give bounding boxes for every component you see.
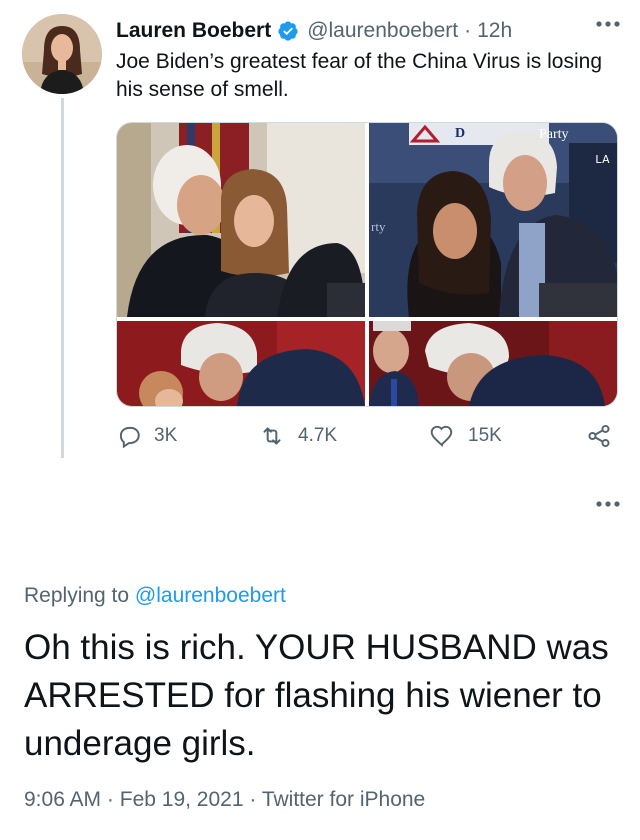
media-sign-d: D bbox=[455, 126, 466, 141]
media-photo-3[interactable] bbox=[117, 321, 365, 406]
author-handle[interactable]: @laurenboebert bbox=[307, 19, 458, 43]
heart-icon bbox=[430, 425, 453, 447]
media-photo-1[interactable] bbox=[117, 123, 365, 317]
tweet-text: Joe Biden’s greatest fear of the China V… bbox=[116, 50, 603, 101]
reply-button[interactable]: 3K bbox=[116, 418, 177, 454]
avatar[interactable] bbox=[22, 14, 102, 94]
meta-separator: · bbox=[249, 788, 257, 811]
replying-to-mention[interactable]: @laurenboebert bbox=[135, 584, 286, 607]
replying-to-label: Replying to bbox=[24, 584, 130, 607]
retweet-button[interactable]: 4.7K bbox=[258, 418, 337, 454]
media-photo-2[interactable]: D Party LA rty bbox=[369, 123, 617, 317]
separator-dot: · bbox=[464, 19, 472, 42]
more-options-icon[interactable] bbox=[590, 492, 626, 516]
media-sign-rty: rty bbox=[371, 219, 386, 234]
media-sign-la: LA bbox=[595, 153, 610, 167]
tweet-action-bar: 3K 4.7K 15K bbox=[116, 418, 620, 454]
media-grid[interactable]: D Party LA rty bbox=[116, 122, 618, 407]
reply-tweet-text: Oh this is rich. YOUR HUSBAND was ARREST… bbox=[24, 628, 609, 763]
reply-icon bbox=[119, 426, 140, 449]
like-count: 15K bbox=[468, 425, 502, 446]
reply-client[interactable]: Twitter for iPhone bbox=[262, 788, 425, 811]
tweet-header: Lauren Boebert @laurenboebert · 12h bbox=[116, 14, 616, 48]
like-button[interactable]: 15K bbox=[428, 418, 502, 454]
replying-to: Replying to @laurenboebert bbox=[24, 584, 286, 608]
share-button[interactable] bbox=[586, 418, 624, 454]
reply-date[interactable]: Feb 19, 2021 bbox=[120, 788, 244, 811]
share-icon bbox=[588, 424, 610, 448]
reply-count: 3K bbox=[154, 425, 178, 446]
reply-meta: 9:06 AM · Feb 19, 2021 · Twitter for iPh… bbox=[24, 788, 425, 812]
meta-separator: · bbox=[106, 788, 114, 811]
more-options-icon[interactable] bbox=[590, 12, 626, 36]
avatar-image bbox=[22, 14, 102, 94]
verified-badge-icon bbox=[278, 21, 298, 41]
media-photo-4[interactable] bbox=[369, 321, 617, 406]
thread-line bbox=[61, 98, 64, 458]
author-name[interactable]: Lauren Boebert bbox=[116, 19, 271, 43]
retweet-icon bbox=[263, 427, 281, 445]
tweet-time[interactable]: 12h bbox=[477, 19, 512, 43]
retweet-count: 4.7K bbox=[298, 425, 338, 446]
media-sign-party: Party bbox=[539, 127, 569, 142]
reply-time[interactable]: 9:06 AM bbox=[24, 788, 101, 811]
